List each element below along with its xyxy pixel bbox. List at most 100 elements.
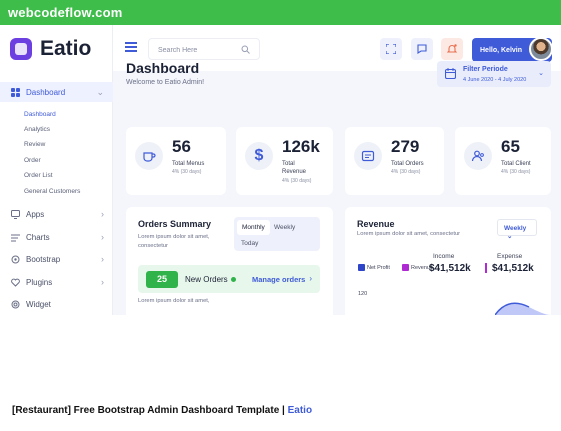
stat-value: 65 [501, 137, 520, 156]
income-label: Income [433, 253, 455, 260]
filter-period-dropdown[interactable]: Filter Periode 4 June 2020 - 4 July 2020… [437, 61, 551, 87]
eatio-logo-icon [10, 38, 32, 60]
caption-brand: Eatio [287, 405, 313, 416]
sidebar-item-apps[interactable]: Apps › [0, 204, 113, 224]
stat-value: 126k [282, 137, 320, 156]
legend-net-profit: Net Profit [358, 264, 390, 271]
sidebar-item-bootstrap[interactable]: Bootstrap › [0, 249, 113, 269]
chevron-down-icon: ⌄ [507, 233, 513, 240]
legend-label: Net Profit [367, 264, 390, 271]
chat-icon [417, 44, 427, 54]
stat-card-total-menus: 56 Total Menus 4% (30 days) [126, 127, 226, 195]
tab-today[interactable]: Today [241, 240, 258, 247]
new-orders-row: 25 New Orders Manage orders › [138, 265, 320, 293]
cup-icon [135, 142, 163, 170]
income-trend-icon [485, 263, 487, 273]
widget-icon [10, 299, 20, 309]
chevron-down-icon: ⌄ [96, 86, 104, 97]
new-orders-label: New Orders [185, 275, 228, 284]
fullscreen-icon [386, 44, 396, 54]
status-dot-icon [231, 277, 236, 282]
stat-card-total-client: 65 Total Client 4% (30 days) [455, 127, 551, 195]
tab-monthly[interactable]: Monthly [237, 220, 270, 235]
chevron-right-icon[interactable]: › [309, 274, 312, 283]
menu-toggle-icon[interactable] [125, 42, 137, 52]
expense-value: $41,512k [492, 263, 534, 274]
orders-summary-card: Orders Summary Lorem ipsum dolor sit ame… [126, 207, 333, 315]
page-subtitle: Welcome to Eatio Admin! [126, 79, 205, 86]
sidebar-item-label: Charts [26, 232, 50, 242]
page-caption: [Restaurant] Free Bootstrap Admin Dashbo… [12, 405, 312, 416]
revenue-period-select[interactable]: Weekly ⌄ [497, 219, 537, 240]
stat-label: Total Menus [172, 161, 205, 167]
filter-title: Filter Periode [463, 66, 508, 73]
bootstrap-icon [10, 254, 20, 264]
sidebar-sub-dashboard[interactable]: Dashboard [24, 111, 56, 118]
charts-icon [10, 232, 20, 242]
sidebar-item-widget[interactable]: Widget [0, 294, 113, 314]
sidebar-item-plugins[interactable]: Plugins › [0, 272, 113, 292]
orders-icon [354, 142, 382, 170]
revenue-card: Revenue Lorem ipsum dolor sit amet, cons… [345, 207, 551, 315]
sidebar-item-label: Dashboard [26, 87, 66, 97]
app-logo[interactable]: Eatio [10, 37, 91, 61]
legend-swatch [358, 264, 365, 271]
client-icon [464, 142, 492, 170]
stat-change: 4% (30 days) [172, 169, 202, 175]
stat-card-total-orders: 279 Total Orders 4% (30 days) [345, 127, 444, 195]
stat-change: 4% (30 days) [282, 178, 312, 184]
user-menu-button[interactable]: Hello, Kelvin [472, 37, 553, 62]
period-tabs: Monthly Weekly Today [234, 217, 320, 251]
sidebar-item-charts[interactable]: Charts › [0, 227, 113, 247]
chevron-right-icon: › [101, 209, 104, 219]
sidebar-sub-analytics[interactable]: Analytics [24, 126, 50, 133]
sidebar-item-label: Bootstrap [26, 254, 61, 264]
sidebar-sub-order-list[interactable]: Order List [24, 172, 53, 179]
fullscreen-button[interactable] [380, 38, 402, 60]
manage-orders-link[interactable]: Manage orders [252, 275, 305, 284]
chevron-right-icon: › [101, 277, 104, 287]
calendar-icon [445, 68, 456, 79]
stat-label: Total Orders [391, 161, 424, 167]
dollar-icon: $ [245, 142, 273, 170]
caption-text: [Restaurant] Free Bootstrap Admin Dashbo… [12, 405, 288, 416]
page-title: Dashboard [126, 60, 200, 76]
sidebar-item-label: Apps [26, 209, 45, 219]
user-greeting: Hello, Kelvin [480, 46, 523, 54]
orders-summary-description: Lorem ipsum dolor sit amet, consectetur [138, 234, 210, 249]
tab-weekly[interactable]: Weekly [274, 224, 295, 231]
dashboard-icon [10, 87, 20, 97]
sidebar: Eatio Dashboard ⌄ Dashboard Analytics Re… [0, 25, 113, 315]
sidebar-item-dashboard[interactable]: Dashboard ⌄ [0, 82, 113, 102]
sidebar-item-label: Plugins [26, 277, 53, 287]
sidebar-item-label: Widget [26, 299, 51, 309]
search-input[interactable] [149, 40, 234, 61]
sidebar-sub-review[interactable]: Review [24, 141, 45, 148]
chevron-right-icon: › [101, 232, 104, 242]
sidebar-sub-order[interactable]: Order [24, 157, 41, 164]
chevron-right-icon: › [101, 254, 104, 264]
search-icon[interactable] [241, 45, 250, 54]
filter-date-range: 4 June 2020 - 4 July 2020 [463, 77, 527, 83]
period-value: Weekly [504, 225, 527, 232]
stat-value: 56 [172, 137, 191, 156]
revenue-title: Revenue [357, 219, 395, 229]
site-banner: webcodeflow.com [0, 0, 561, 25]
income-value: $41,512k [429, 263, 471, 274]
chevron-down-icon: ⌄ [538, 70, 544, 77]
new-orders-count: 25 [146, 271, 178, 288]
messages-button[interactable] [411, 38, 433, 60]
apps-icon [10, 209, 20, 219]
stat-value: 279 [391, 137, 420, 156]
orders-summary-footer: Lorem ipsum dolor sit amet, [138, 298, 210, 304]
revenue-area-chart [495, 302, 551, 315]
stat-change: 4% (30 days) [501, 169, 531, 175]
stat-card-total-revenue: $ 126k Total Revenue 4% (30 days) [236, 127, 333, 195]
notifications-button[interactable] [441, 38, 463, 60]
stat-label: Total Revenue [282, 161, 307, 175]
heart-icon [10, 277, 20, 287]
stat-change: 4% (30 days) [391, 169, 421, 175]
sidebar-sub-general-customers[interactable]: General Customers [24, 188, 80, 195]
legend-swatch [402, 264, 409, 271]
expense-label: Expense [497, 253, 523, 260]
